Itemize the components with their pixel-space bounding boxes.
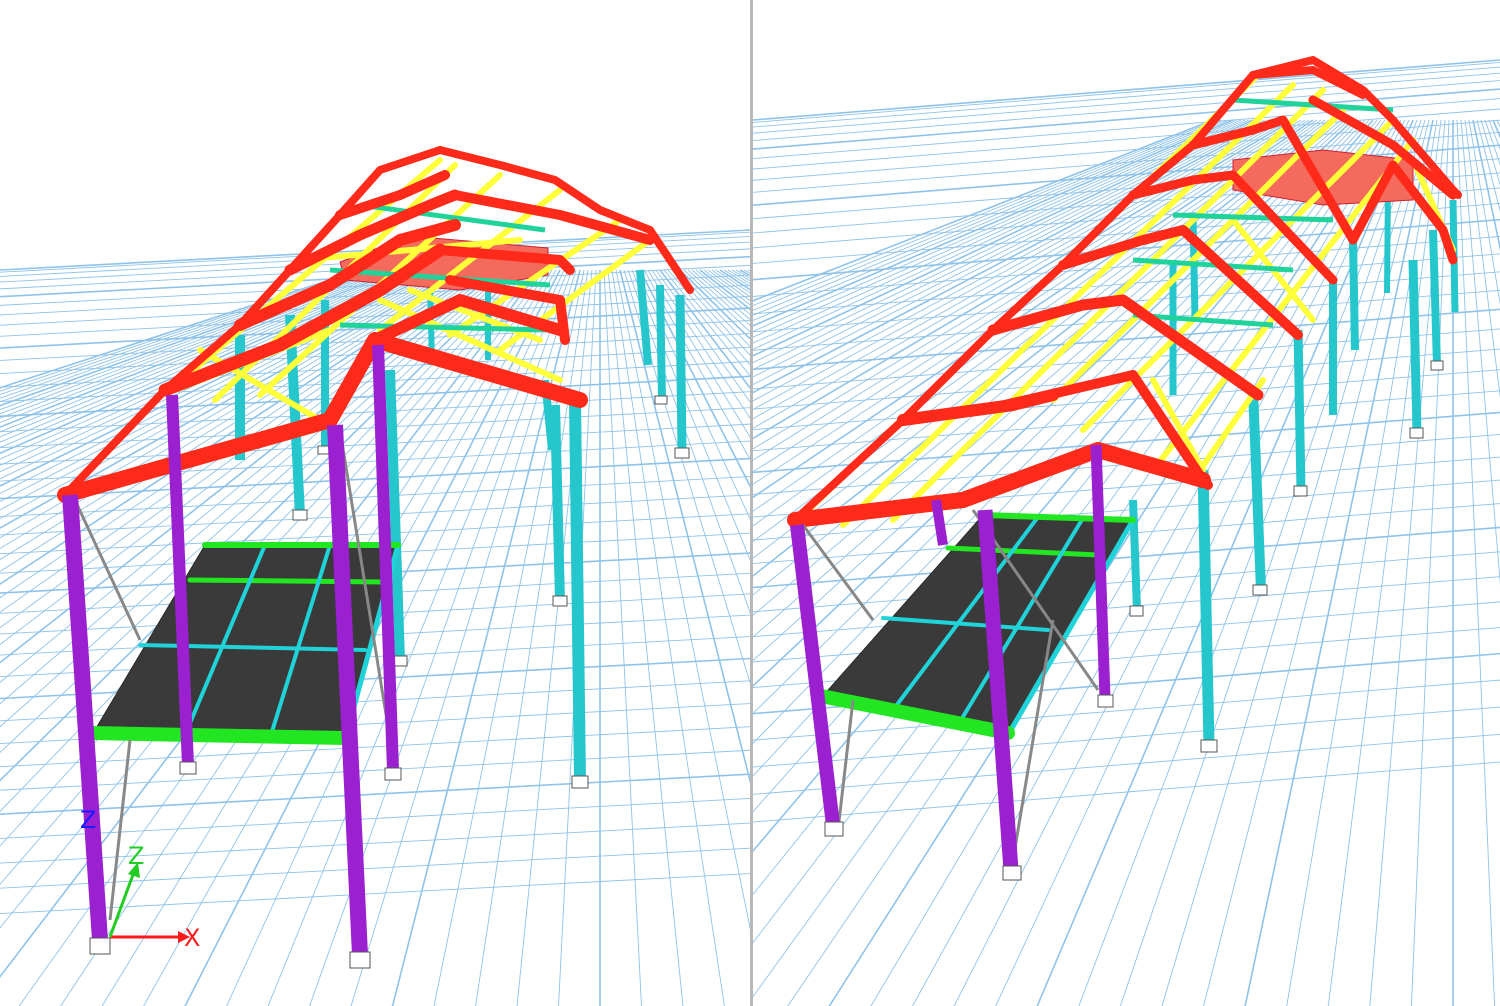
column-base-plate <box>179 761 197 775</box>
column-base-plate <box>571 775 589 789</box>
viewport-container: X Z Z <box>0 0 1500 1006</box>
column-base-plate <box>1002 865 1022 881</box>
column-base-plate <box>349 951 371 969</box>
grid-line <box>0 847 750 889</box>
grid-line <box>753 706 1500 768</box>
column-base-plate <box>1097 694 1114 708</box>
grid-line <box>753 733 1500 795</box>
column-base-plate <box>824 821 844 837</box>
column-base-plate <box>1200 739 1218 753</box>
z-global-axis-label: Z <box>80 806 96 834</box>
grid-line <box>0 657 750 700</box>
column-base-plate <box>674 447 690 459</box>
platform-column <box>62 494 108 941</box>
grid-line <box>0 773 750 815</box>
column-base-plate <box>1409 427 1424 439</box>
column-base-plate <box>654 395 668 405</box>
column-base-plate <box>292 509 308 521</box>
grid-line <box>1468 119 1500 306</box>
column <box>1129 499 1141 611</box>
column-base-plate <box>384 767 402 781</box>
deck-beam-main <box>187 577 388 585</box>
column-base-plate <box>1430 360 1444 371</box>
right-3d-viewport[interactable] <box>753 0 1500 1006</box>
grid-line <box>1244 119 1434 1006</box>
tie <box>339 322 551 333</box>
right-model-canvas[interactable] <box>753 0 1500 1006</box>
column <box>1293 329 1306 491</box>
grid-line <box>753 576 1500 638</box>
column <box>675 294 687 453</box>
column <box>1349 239 1359 351</box>
grid-line <box>1327 119 1442 1006</box>
column-base-plate <box>1293 485 1308 497</box>
platform-column <box>931 499 948 546</box>
grid-line <box>1484 119 1500 166</box>
column <box>569 399 586 781</box>
column <box>1248 389 1266 591</box>
column-base-plate <box>1252 584 1268 596</box>
column <box>1408 259 1422 433</box>
grid-line <box>1460 119 1500 586</box>
grid-line <box>1456 119 1496 1006</box>
grid-line <box>0 494 750 536</box>
column <box>1197 469 1215 746</box>
left-3d-viewport[interactable]: X Z Z <box>0 0 750 1006</box>
grid-line <box>603 269 642 1006</box>
grid-line <box>1464 119 1500 399</box>
deck-front-beam <box>85 726 352 745</box>
column <box>1189 214 1199 321</box>
grid-line <box>1480 119 1500 186</box>
brace <box>836 699 855 831</box>
grid-line <box>735 269 750 279</box>
column-base-plate <box>89 937 111 955</box>
grid-line <box>0 797 750 839</box>
left-model-canvas[interactable]: X Z Z <box>0 0 750 1006</box>
x-axis-label: X <box>184 924 200 952</box>
grid-line <box>635 269 750 520</box>
grid-line <box>0 749 750 791</box>
column-base-plate <box>1129 605 1144 617</box>
grid-line <box>1203 119 1430 1006</box>
column <box>1429 229 1441 366</box>
grid-line <box>639 269 750 488</box>
platform-column <box>790 524 840 826</box>
column <box>550 404 565 601</box>
z-axis-label: Z <box>128 842 144 870</box>
column <box>656 284 666 401</box>
column-base-plate <box>552 595 568 607</box>
grid-line <box>1472 119 1500 252</box>
